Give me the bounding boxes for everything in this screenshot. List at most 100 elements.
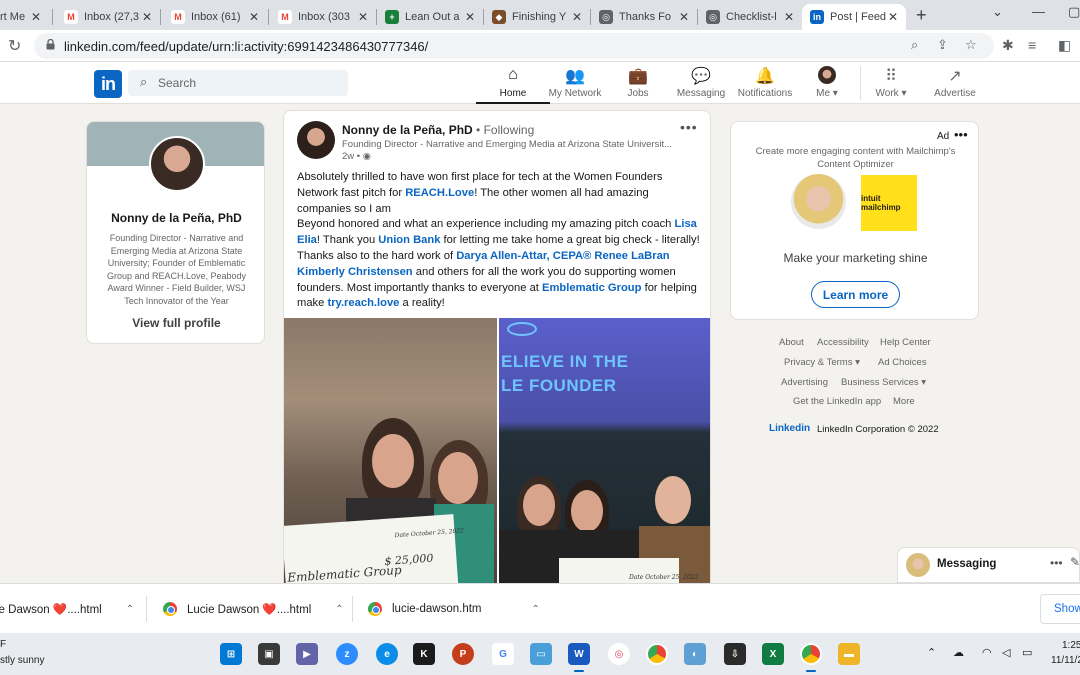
linkedin-logo[interactable]: in bbox=[94, 70, 122, 98]
chevron-up-icon[interactable]: ⌃ bbox=[531, 604, 539, 615]
post-author[interactable]: Nonny de la Peña, PhD • Following bbox=[342, 123, 534, 137]
browser-tab-active[interactable]: in Post | Feed ✕ bbox=[802, 4, 906, 30]
battery-icon[interactable]: ▭ bbox=[1022, 646, 1032, 659]
ad-more-icon[interactable]: ••• bbox=[954, 127, 968, 142]
profile-name[interactable]: Nonny de la Peña, PhD bbox=[87, 211, 264, 225]
chevron-up-icon[interactable]: ⌃ bbox=[927, 646, 936, 659]
chevron-up-icon[interactable]: ⌃ bbox=[335, 604, 343, 615]
remote-desktop-icon[interactable]: ▭ bbox=[530, 643, 552, 665]
vpn-icon[interactable]: ◐ bbox=[684, 643, 706, 665]
app-icon[interactable]: ⇩ bbox=[724, 643, 746, 665]
side-panel-icon[interactable]: ◧ bbox=[1058, 37, 1071, 54]
word-icon[interactable]: W bbox=[568, 643, 590, 672]
learn-more-button[interactable]: Learn more bbox=[811, 281, 900, 308]
post-paragraph: Absolutely thrilled to have won first pl… bbox=[297, 171, 663, 215]
cloud-icon[interactable]: ☁ bbox=[953, 646, 964, 659]
footer-link-accessibility[interactable]: Accessibility bbox=[817, 337, 869, 348]
messaging-more-icon[interactable]: ••• bbox=[1050, 556, 1063, 570]
footer-link-privacy[interactable]: Privacy & Terms ▾ bbox=[784, 357, 860, 368]
google-icon[interactable]: G bbox=[492, 643, 514, 665]
post-photo-stage-group[interactable]: ELIEVE IN THE LE FOUNDER Date October 25… bbox=[499, 318, 710, 589]
taskbar-clock-time[interactable]: 1:25 bbox=[1062, 640, 1080, 651]
tab-close-icon[interactable]: ✕ bbox=[29, 10, 43, 24]
messaging-overlay[interactable]: Messaging ••• ✎ bbox=[897, 547, 1080, 583]
tab-close-icon[interactable]: ✕ bbox=[677, 10, 691, 24]
minimize-icon[interactable]: — bbox=[1032, 4, 1045, 19]
tab-close-icon[interactable]: ✕ bbox=[356, 10, 370, 24]
browser-tab[interactable]: M Inbox (303 ✕ bbox=[270, 4, 376, 30]
footer-copyright: LinkedIn Corporation © 2022 bbox=[817, 424, 939, 435]
mention-link[interactable]: Renee LaBran bbox=[594, 250, 669, 262]
footer-link-ad-choices[interactable]: Ad Choices bbox=[878, 357, 927, 368]
reload-icon[interactable]: ↻ bbox=[8, 36, 21, 56]
teams-icon[interactable]: ▶ bbox=[296, 643, 318, 665]
new-tab-button[interactable]: + bbox=[916, 5, 927, 26]
tab-search-chevron-icon[interactable]: ⌄ bbox=[992, 4, 1003, 20]
post-photo-check-presentation[interactable]: Date October 25, 2022 Emblematic Group $… bbox=[284, 318, 497, 589]
browser-tab[interactable]: rt Me ✕ bbox=[0, 4, 49, 30]
extensions-icon[interactable]: ✱ bbox=[1002, 37, 1014, 54]
file-explorer-icon[interactable]: ▬ bbox=[838, 643, 860, 665]
volume-icon[interactable]: ◁ bbox=[1002, 646, 1010, 659]
view-full-profile-link[interactable]: View full profile bbox=[87, 316, 264, 330]
search-input[interactable]: ⌕ Search bbox=[128, 70, 348, 96]
footer-link-help-center[interactable]: Help Center bbox=[880, 337, 931, 348]
browser-tab[interactable]: M Inbox (27,3 ✕ bbox=[56, 4, 160, 30]
post-author-avatar[interactable] bbox=[297, 121, 335, 159]
weather-condition[interactable]: stly sunny bbox=[0, 655, 44, 666]
tab-close-icon[interactable]: ✕ bbox=[463, 10, 477, 24]
task-view-icon[interactable]: ▣ bbox=[258, 643, 280, 665]
post-more-icon[interactable]: ••• bbox=[680, 119, 698, 135]
mention-link[interactable]: REACH.Love bbox=[405, 187, 474, 199]
footer-link-business-services[interactable]: Business Services ▾ bbox=[841, 377, 926, 388]
footer-link-more[interactable]: More bbox=[893, 396, 915, 407]
instagram-icon[interactable]: ◎ bbox=[608, 643, 630, 665]
footer-link-about[interactable]: About bbox=[779, 337, 804, 348]
url-link[interactable]: try.reach.love bbox=[327, 297, 399, 309]
tab-close-icon[interactable]: ✕ bbox=[570, 10, 584, 24]
maximize-icon[interactable]: ▢ bbox=[1068, 4, 1080, 20]
profile-avatar[interactable] bbox=[149, 136, 205, 192]
nav-me[interactable]: Me ▾ bbox=[790, 66, 864, 104]
edge-icon[interactable]: e bbox=[376, 643, 398, 665]
address-bar[interactable]: linkedin.com/feed/update/urn:li:activity… bbox=[34, 33, 994, 59]
mention-link[interactable]: Darya Allen-Attar, CEPA® bbox=[456, 250, 591, 262]
app-icon[interactable]: K bbox=[413, 643, 435, 665]
media-control-icon[interactable]: ≡ bbox=[1028, 37, 1036, 53]
download-item[interactable]: Lucie Dawson ❤️....html ⌃ bbox=[163, 584, 344, 634]
browser-tab[interactable]: ◎ Thanks Fo ✕ bbox=[591, 4, 697, 30]
share-icon[interactable]: ⇪ bbox=[937, 37, 948, 53]
bookmark-star-icon[interactable]: ☆ bbox=[965, 37, 977, 53]
download-item[interactable]: ie Dawson ❤️....html ⌃ bbox=[0, 584, 134, 634]
tab-close-icon[interactable]: ✕ bbox=[886, 10, 900, 24]
chevron-up-icon[interactable]: ⌃ bbox=[126, 604, 134, 615]
tab-close-icon[interactable]: ✕ bbox=[140, 10, 154, 24]
browser-tab[interactable]: + Lean Out a ✕ bbox=[377, 4, 483, 30]
excel-icon[interactable]: X bbox=[762, 643, 784, 665]
footer-link-get-app[interactable]: Get the LinkedIn app bbox=[793, 396, 881, 407]
mention-link[interactable]: Kimberly Christensen bbox=[297, 266, 413, 278]
download-item[interactable]: lucie-dawson.htm ⌃ bbox=[368, 584, 540, 634]
weather-temperature[interactable]: F bbox=[0, 639, 6, 650]
start-icon[interactable]: ⊞ bbox=[220, 643, 242, 665]
nav-work[interactable]: ⠿ Work ▾ bbox=[854, 66, 928, 104]
compose-icon[interactable]: ✎ bbox=[1070, 555, 1080, 569]
tab-close-icon[interactable]: ✕ bbox=[247, 10, 261, 24]
browser-tab[interactable]: ◆ Finishing Y ✕ bbox=[484, 4, 590, 30]
tab-close-icon[interactable]: ✕ bbox=[782, 10, 796, 24]
wifi-icon[interactable]: ◠ bbox=[982, 646, 992, 659]
mention-link[interactable]: Union Bank bbox=[378, 234, 440, 246]
zoom-icon[interactable]: z bbox=[336, 643, 358, 665]
mention-link[interactable]: Emblematic Group bbox=[542, 282, 641, 294]
show-all-downloads-button[interactable]: Show bbox=[1040, 594, 1080, 624]
powerpoint-icon[interactable]: P bbox=[452, 643, 474, 665]
zoom-icon[interactable]: ⌕ bbox=[911, 37, 918, 53]
taskbar-clock-date[interactable]: 11/11/2 bbox=[1051, 655, 1080, 666]
chrome-icon[interactable] bbox=[646, 643, 668, 665]
nav-advertise[interactable]: ↗ Advertise bbox=[918, 66, 992, 104]
chrome-icon[interactable] bbox=[800, 643, 822, 672]
browser-tab[interactable]: ◎ Checklist-l ✕ bbox=[698, 4, 802, 30]
browser-tab[interactable]: M Inbox (61) ✕ bbox=[163, 4, 267, 30]
footer-link-advertising[interactable]: Advertising bbox=[781, 377, 828, 388]
nav-messaging[interactable]: 💬 Messaging bbox=[664, 66, 738, 104]
